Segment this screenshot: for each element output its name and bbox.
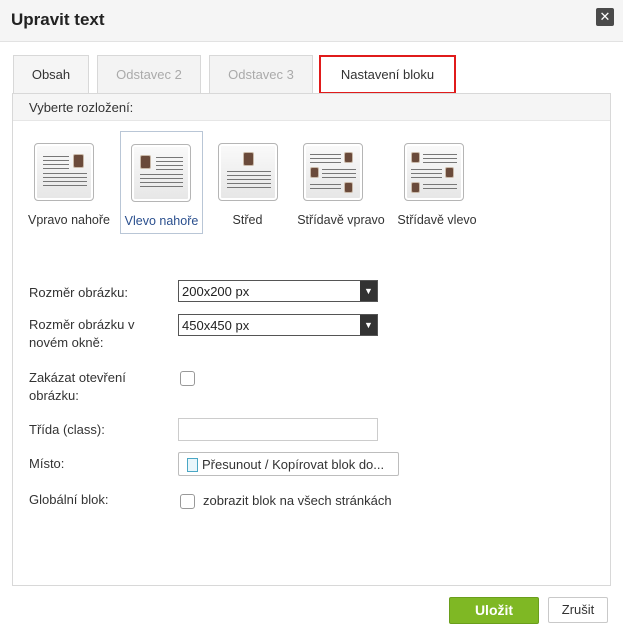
layout-option-stred[interactable]: Střed — [210, 131, 285, 234]
image-size-new-window-select[interactable]: 450x450 px ▼ — [178, 314, 378, 336]
layout-image-top-left-icon — [131, 144, 191, 202]
tab-nastaveni-bloku[interactable]: Nastavení bloku — [319, 55, 456, 94]
layout-heading: Vyberte rozložení: — [29, 100, 134, 115]
layout-alternating-left-icon — [404, 143, 464, 201]
layout-alternating-right-icon — [303, 143, 363, 201]
layout-image-center-icon — [218, 143, 278, 201]
image-size-label: Rozměr obrázku: — [29, 285, 128, 300]
image-size-value: 200x200 px — [182, 284, 250, 299]
image-size-new-window-label: Rozměr obrázku v novém okně: — [29, 317, 135, 350]
tab-obsah[interactable]: Obsah — [13, 55, 89, 94]
dialog-titlebar: Upravit text ✕ — [0, 0, 623, 42]
document-icon — [187, 458, 198, 472]
css-class-label: Třída (class): — [29, 422, 105, 437]
layout-option-label: Střed — [232, 213, 263, 227]
layout-option-label: Střídavě vlevo — [397, 213, 477, 227]
layout-option-label: Vlevo nahoře — [124, 214, 199, 228]
layout-option-stridave-vpravo[interactable]: Střídavě vpravo — [292, 131, 390, 234]
layout-heading-bar: Vyberte rozložení: — [13, 94, 610, 121]
image-size-new-window-value: 450x450 px — [182, 318, 250, 333]
layout-option-vlevo-nahore[interactable]: Vlevo nahoře — [120, 131, 203, 234]
tab-odstavec-2[interactable]: Odstavec 2 — [97, 55, 201, 94]
save-button[interactable]: Uložit — [449, 597, 539, 624]
tab-odstavec-3[interactable]: Odstavec 3 — [209, 55, 313, 94]
disable-open-label: Zakázat otevření obrázku: — [29, 370, 126, 403]
chevron-down-icon: ▼ — [360, 315, 377, 335]
disable-open-checkbox[interactable] — [180, 371, 195, 386]
move-copy-block-label: Přesunout / Kopírovat blok do... — [202, 457, 385, 472]
global-block-checkbox-label: zobrazit blok na všech stránkách — [203, 493, 392, 508]
layout-option-stridave-vlevo[interactable]: Střídavě vlevo — [394, 131, 480, 234]
layout-option-label: Vpravo nahoře — [27, 213, 110, 227]
layout-option-vpravo-nahore[interactable]: Vpravo nahoře — [25, 131, 113, 234]
layout-image-top-right-icon — [34, 143, 94, 201]
cancel-button[interactable]: Zrušit — [548, 597, 608, 623]
layout-option-label: Střídavě vpravo — [297, 213, 385, 227]
place-label: Místo: — [29, 456, 65, 471]
image-size-select[interactable]: 200x200 px ▼ — [178, 280, 378, 302]
css-class-input[interactable] — [178, 418, 378, 441]
global-block-label: Globální blok: — [29, 492, 109, 507]
move-copy-block-button[interactable]: Přesunout / Kopírovat blok do... — [178, 452, 399, 476]
global-block-checkbox[interactable] — [180, 494, 195, 509]
close-icon[interactable]: ✕ — [596, 8, 614, 26]
dialog-title: Upravit text — [11, 10, 105, 29]
chevron-down-icon: ▼ — [360, 281, 377, 301]
